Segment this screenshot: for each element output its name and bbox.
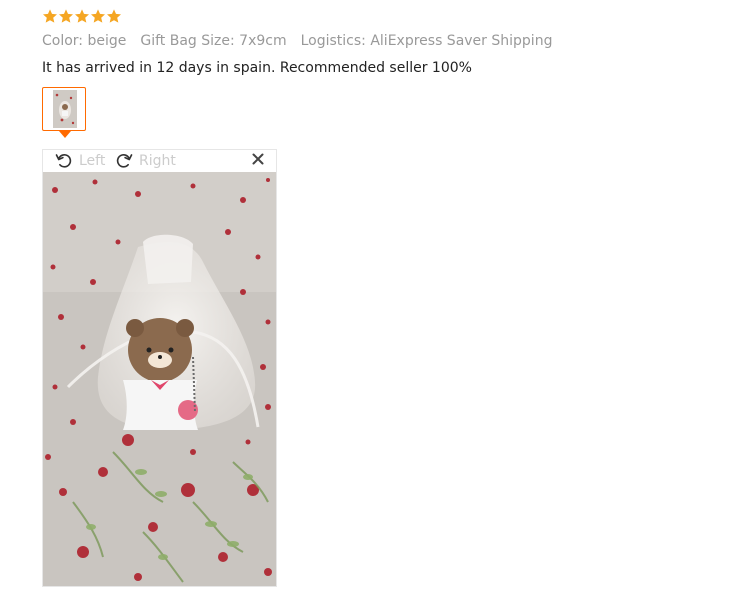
rotate-left-label: Left <box>79 153 106 169</box>
review-thumbnails <box>42 87 86 138</box>
star-icon <box>90 8 106 24</box>
logistics-attribute: Logistics: AliExpress Saver Shipping <box>300 33 553 49</box>
star-icon <box>58 8 74 24</box>
color-attribute: Color: beige <box>42 33 127 49</box>
thumbnail-image <box>53 90 77 128</box>
rotate-right-button[interactable]: Right <box>115 150 176 172</box>
review-attributes: Color: beige Gift Bag Size: 7x9cm Logist… <box>42 31 722 51</box>
photo-thumbnail[interactable] <box>42 87 86 138</box>
close-viewer-button[interactable] <box>252 150 264 172</box>
review-photo <box>43 172 276 586</box>
rotate-left-button[interactable]: Left <box>55 150 105 172</box>
close-icon <box>252 150 264 172</box>
star-icon <box>106 8 122 24</box>
rotate-right-icon <box>115 152 133 170</box>
star-icon <box>42 8 58 24</box>
rotate-right-label: Right <box>139 153 176 169</box>
review-comment: It has arrived in 12 days in spain. Reco… <box>42 60 472 76</box>
size-attribute: Gift Bag Size: 7x9cm <box>140 33 287 49</box>
star-rating <box>42 6 722 26</box>
selected-indicator <box>59 131 71 138</box>
viewer-toolbar: Left Right <box>43 150 276 172</box>
rotate-left-icon <box>55 152 73 170</box>
image-viewer: Left Right <box>42 149 277 587</box>
star-icon <box>74 8 90 24</box>
review-item: Color: beige Gift Bag Size: 7x9cm Logist… <box>42 6 722 78</box>
